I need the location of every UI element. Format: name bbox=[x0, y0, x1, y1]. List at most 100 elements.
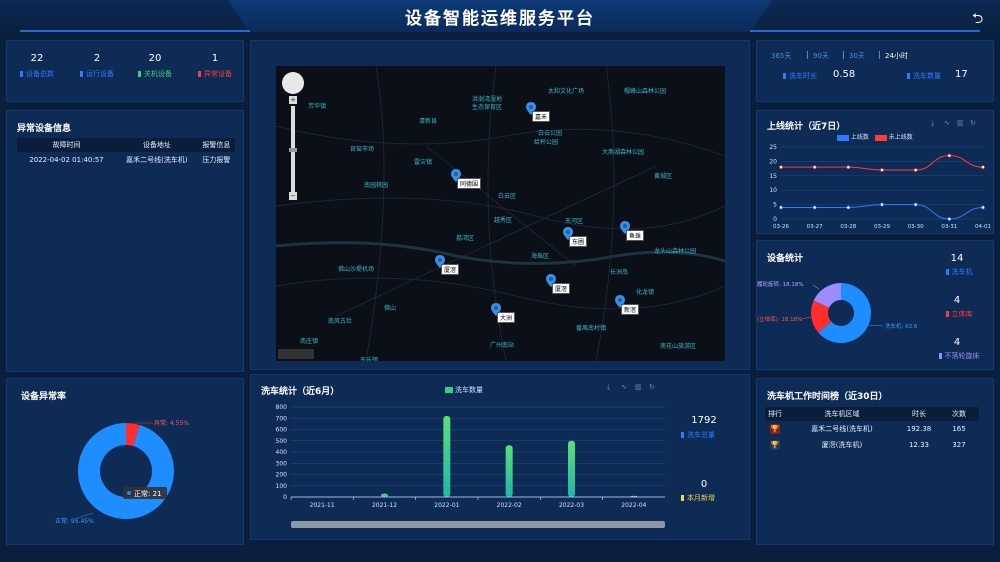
map-place-label: 南园桃园 bbox=[364, 182, 389, 189]
online-line-chart: 0 5 10 15 20 25 03-26 03-27 03-28 03-29 03-30 03-31… bbox=[769, 144, 991, 230]
y-tick-label: 10 bbox=[769, 187, 777, 194]
bar-2022-03[interactable] bbox=[568, 440, 575, 497]
line-point[interactable] bbox=[981, 205, 985, 210]
back-icon[interactable]: ⮌ bbox=[972, 8, 988, 27]
line-point[interactable] bbox=[947, 217, 952, 221]
bar-2022-01[interactable] bbox=[443, 416, 451, 497]
map-marker-label[interactable]: 新滘 bbox=[621, 304, 640, 315]
map-place-label: 化龙镇 bbox=[636, 289, 655, 296]
line-point[interactable] bbox=[779, 165, 783, 169]
line-point[interactable] bbox=[947, 153, 952, 158]
device-stats-summary: 22 设备总数 2 运行设备 20 关机设备 1 异常设备 bbox=[6, 40, 244, 102]
map-place-label: 芳华镇 bbox=[308, 103, 327, 110]
chart-zoom-scrollbar[interactable] bbox=[291, 521, 665, 528]
map-view[interactable]: 洪澍湾湿地 生态保育区 太和文化广场 帽峰山森林公园 芳华镇 清新县 白云公园 给杯公园 官窑市… bbox=[276, 66, 725, 361]
table-row[interactable]: 🏆 厦滘(洗车机) 12.33 327 bbox=[765, 437, 979, 453]
line-point[interactable] bbox=[981, 165, 985, 169]
y-tick-label: 300 bbox=[276, 460, 288, 467]
leader-line bbox=[800, 316, 812, 320]
line-point[interactable] bbox=[812, 205, 817, 210]
map-place-label: 龙头山森林公园 bbox=[654, 248, 697, 255]
table-cell: 嘉禾二号线(洗车机) bbox=[126, 156, 188, 164]
leader-line bbox=[866, 324, 884, 327]
zoom-in-button[interactable]: + bbox=[289, 96, 297, 104]
stat-off-value: 20 bbox=[148, 53, 162, 64]
map-marker-label[interactable]: 鱼珠 bbox=[626, 230, 645, 241]
wash-6m-chart: 0 100 200 300 400 500 600 700 800 2021-11 2021-12 2… bbox=[276, 404, 665, 509]
stat-total-value: 22 bbox=[30, 53, 44, 64]
time-range-tab[interactable]: 90天 bbox=[813, 51, 829, 61]
map-marker-label[interactable]: 厦滘 bbox=[552, 283, 571, 294]
x-tick-label: 03-27 bbox=[807, 224, 823, 230]
abnormal-device-table: 故障时间 设备地址 报警信息 2022-04-02 01:40:57 嘉禾二号线… bbox=[17, 138, 235, 168]
map-place-label: 清新县 bbox=[419, 118, 438, 125]
time-range-tab[interactable]: 24小时 bbox=[885, 51, 908, 61]
map-place-label: 官窑市场 bbox=[350, 146, 375, 153]
map-place-label: 南风古灶 bbox=[328, 318, 353, 325]
map-place-label: 给杯公园 bbox=[534, 139, 559, 146]
y-tick-label: 15 bbox=[769, 173, 777, 180]
line-point[interactable] bbox=[880, 202, 884, 207]
map-place-label: 海珠区 bbox=[531, 253, 550, 260]
duration-value: 0.58 bbox=[833, 69, 856, 80]
line-point[interactable] bbox=[913, 202, 918, 207]
slice-label-lathe: 履轮旋转: 18.18% bbox=[757, 280, 804, 288]
table-cell: 厦滘(洗车机) bbox=[821, 441, 863, 449]
line-point[interactable] bbox=[846, 205, 851, 210]
stat-running-value: 2 bbox=[93, 53, 101, 64]
table-row[interactable]: 2022-04-02 01:40:57 嘉禾二号线(洗车机) 压力报警 bbox=[17, 152, 235, 168]
rank-silver-icon: 🏆 bbox=[770, 440, 780, 450]
line-series-0[interactable] bbox=[780, 204, 984, 220]
wash-total-value: 1792 bbox=[691, 415, 717, 426]
y-tick-label: 20 bbox=[769, 158, 777, 165]
map-place-label: 番禺南村镇 bbox=[576, 325, 607, 332]
device-type-panel: 设备统计 履轮旋转: 18.18% (立体库): 18.18% 洗车机: 63.… bbox=[756, 240, 994, 370]
x-tick-label: 2022-03 bbox=[559, 502, 584, 509]
line-point[interactable] bbox=[812, 165, 817, 169]
table-header: 时长 bbox=[899, 407, 939, 421]
map-pan-control[interactable] bbox=[282, 72, 304, 94]
tab-divider bbox=[879, 51, 880, 59]
wash-total-label: 洗车总量 bbox=[681, 430, 715, 440]
header-bar: 设备智能运维服务平台 ⮌ bbox=[0, 0, 1000, 36]
y-tick-label: 200 bbox=[276, 472, 288, 479]
device-label-lathe: 不落轮旋床 bbox=[927, 351, 991, 361]
bar-2021-12[interactable] bbox=[381, 493, 388, 497]
map-marker-label[interactable]: 东圃 bbox=[569, 236, 588, 247]
bar-2022-02[interactable] bbox=[505, 445, 513, 497]
table-row[interactable]: 🏆 嘉禾二号线(洗车机) 192.38 165 bbox=[765, 421, 979, 437]
device-label-washer: 洗车机 bbox=[937, 267, 981, 277]
x-tick-label: 03-28 bbox=[840, 224, 856, 230]
line-point[interactable] bbox=[779, 205, 783, 210]
zoom-out-button[interactable]: − bbox=[289, 192, 297, 200]
y-tick-label: 600 bbox=[276, 427, 288, 434]
count-value: 17 bbox=[955, 69, 968, 80]
stat-off-label: 关机设备 bbox=[125, 69, 185, 79]
map-place-label: 黄城区 bbox=[654, 173, 673, 180]
map-marker-label[interactable]: 同德围 bbox=[457, 178, 482, 189]
zoom-slider-handle[interactable] bbox=[289, 148, 297, 152]
line-point[interactable] bbox=[880, 168, 884, 172]
ranking-title: 洗车机工作时间榜（近30日） bbox=[767, 392, 888, 402]
line-point[interactable] bbox=[913, 168, 918, 172]
x-tick-label: 2022-01 bbox=[434, 502, 459, 509]
abnormal-slice-label: 异常: 4.55% bbox=[154, 419, 189, 427]
donut-tooltip: 正常: 21 bbox=[134, 489, 162, 498]
stat-abnormal-label: 异常设备 bbox=[185, 69, 245, 79]
line-series-1[interactable] bbox=[780, 155, 984, 171]
x-tick-label: 2021-12 bbox=[372, 502, 397, 509]
time-range-tab[interactable]: 30天 bbox=[849, 51, 865, 61]
wash-new-value: 0 bbox=[700, 479, 708, 490]
table-header: 洗车机区域 bbox=[785, 407, 899, 421]
x-tick-label: 04-01 bbox=[975, 224, 991, 230]
y-tick-label: 0 bbox=[773, 216, 777, 223]
map-marker-label[interactable]: 嘉禾 bbox=[532, 111, 551, 122]
map-marker-label[interactable]: 大洲 bbox=[497, 312, 516, 323]
y-tick-label: 500 bbox=[276, 438, 288, 445]
x-tick-label: 03-31 bbox=[941, 224, 957, 230]
line-point[interactable] bbox=[846, 165, 851, 169]
map-marker-label[interactable]: 厦滘 bbox=[441, 264, 460, 275]
time-range-tab[interactable]: 365天 bbox=[771, 51, 791, 61]
stat-total-label: 设备总数 bbox=[7, 69, 67, 79]
map-scale-bar bbox=[278, 349, 314, 359]
